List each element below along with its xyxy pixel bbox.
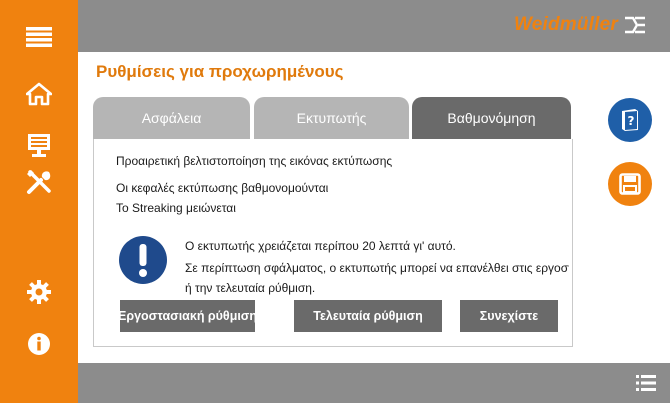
tab-label: Εκτυπωτής <box>296 110 367 126</box>
svg-text:?: ? <box>628 114 635 128</box>
help-book-icon: ? <box>622 109 638 131</box>
info-line-streaking: Το Streaking μειώνεται <box>116 201 236 215</box>
printer-display-icon[interactable] <box>0 133 78 159</box>
exclamation-icon <box>118 235 168 290</box>
sidebar <box>0 0 78 403</box>
last-setting-button[interactable]: Τελευταία ρύθμιση <box>294 300 442 332</box>
brand-mark-icon <box>625 16 645 34</box>
save-icon <box>619 173 641 195</box>
info-icon[interactable] <box>0 332 78 356</box>
home-icon[interactable] <box>0 82 78 106</box>
brand-logo: Weidmüller <box>514 14 646 36</box>
list-menu-icon[interactable] <box>636 374 656 397</box>
brand-name: Weidmüller <box>513 14 618 35</box>
button-label: Εργοστασιακή ρύθμιση <box>120 309 255 323</box>
warning-line-last-setting: ή την τελευταία ρύθμιση. <box>185 281 316 295</box>
warning-line-error: Σε περίπτωση σφάλματος, ο εκτυπωτής μπορ… <box>185 261 569 275</box>
tab-label: Βαθμονόμηση <box>447 110 536 126</box>
button-label: Συνεχίστε <box>479 309 539 323</box>
tab-printer[interactable]: Εκτυπωτής <box>254 97 409 139</box>
help-button[interactable]: ? <box>608 98 652 142</box>
tab-security[interactable]: Ασφάλεια <box>93 97 250 139</box>
footer-bar <box>78 363 670 403</box>
button-label: Τελευταία ρύθμιση <box>313 309 423 323</box>
tools-icon[interactable] <box>0 168 78 196</box>
factory-settings-button[interactable]: Εργοστασιακή ρύθμιση <box>120 300 255 332</box>
continue-button[interactable]: Συνεχίστε <box>460 300 558 332</box>
calibration-panel: Προαιρετική βελτιστοποίηση της εικόνας ε… <box>93 139 573 347</box>
hamburger-menu-icon[interactable] <box>0 26 78 48</box>
header-bar: Weidmüller <box>78 0 670 52</box>
warning-line-duration: Ο εκτυπωτής χρειάζεται περίπου 20 λεπτά … <box>185 239 456 253</box>
gear-icon[interactable] <box>0 280 78 304</box>
tab-calibration[interactable]: Βαθμονόμηση <box>412 97 571 139</box>
info-line-optimization: Προαιρετική βελτιστοποίηση της εικόνας ε… <box>116 154 393 168</box>
tab-label: Ασφάλεια <box>141 110 202 126</box>
page-title: Ρυθμίσεις για προχωρημένους <box>96 62 344 81</box>
save-button[interactable] <box>608 162 652 206</box>
info-line-heads: Οι κεφαλές εκτύπωσης βαθμονομούνται <box>116 181 329 195</box>
